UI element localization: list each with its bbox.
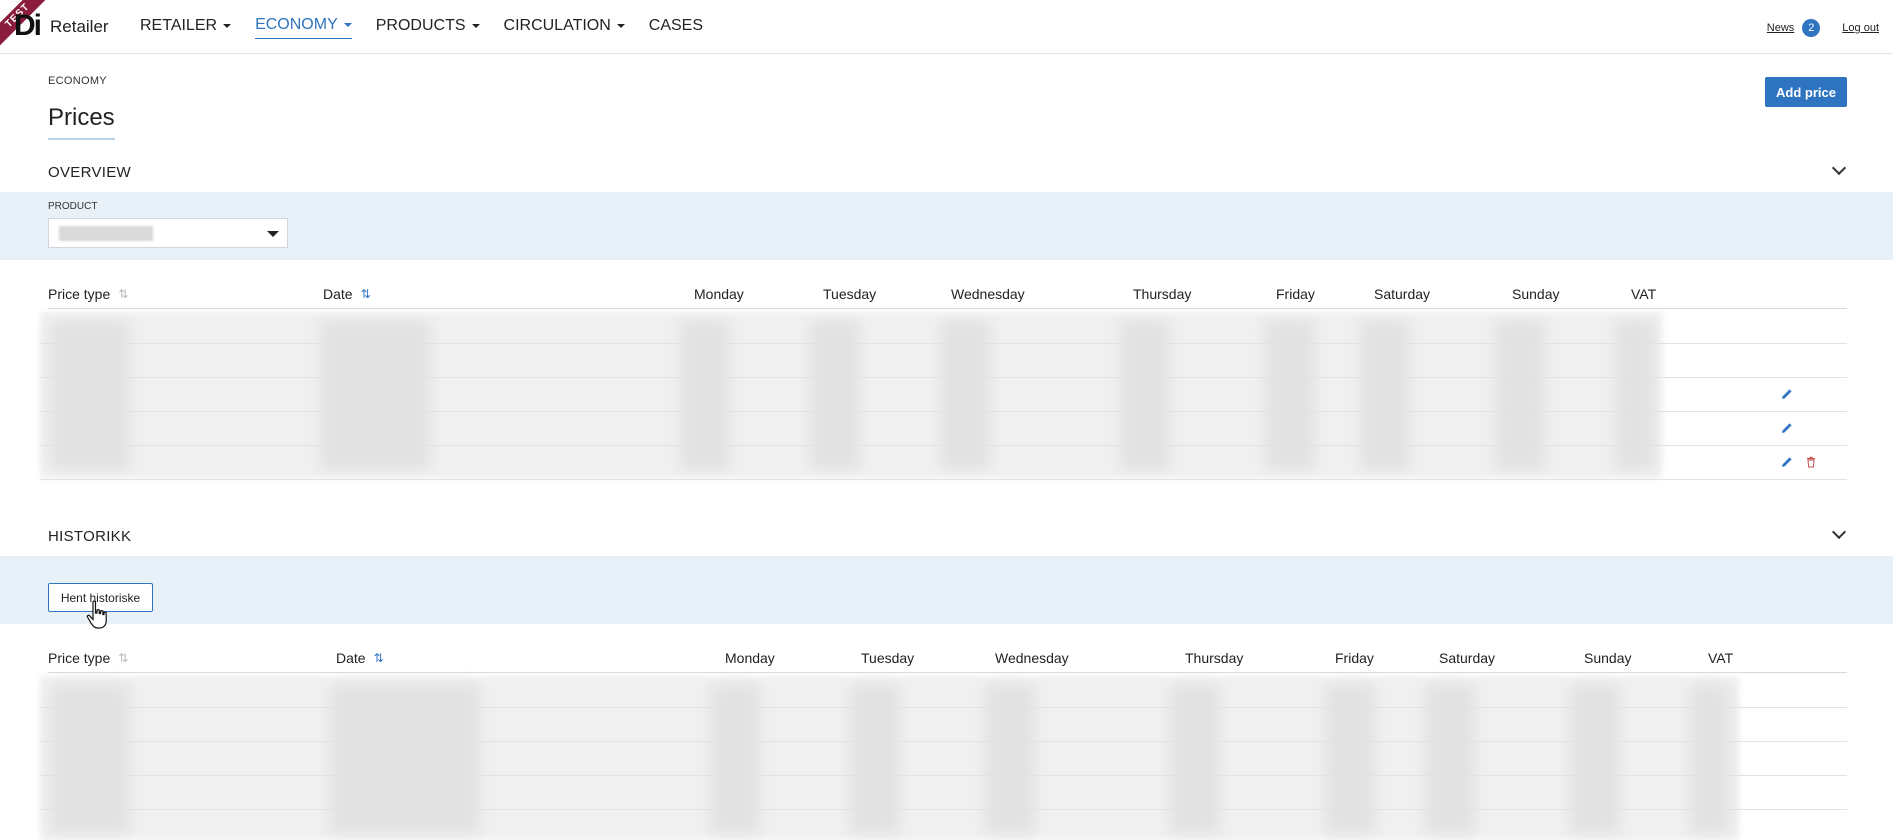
- dropdown-arrow-icon: [267, 231, 279, 237]
- table-row: [40, 708, 1847, 742]
- sort-icon[interactable]: ⇅: [118, 287, 128, 301]
- chevron-down-icon[interactable]: [1831, 524, 1847, 540]
- overview-table-header: Price type ⇅ Date ⇅ Monday Tuesday Wednesd…: [48, 277, 1847, 309]
- product-select-value: [59, 226, 153, 241]
- user-links: News 2 Log out: [1767, 19, 1879, 37]
- col-tuesday: Tuesday: [861, 650, 915, 666]
- nav-cases[interactable]: CASES: [649, 16, 703, 39]
- col-thursday: Thursday: [1185, 650, 1244, 666]
- product-label: PRODUCT: [48, 201, 98, 212]
- top-navigation-bar: TEST Di Retailer RETAILER ECONOMY PRODUC…: [0, 0, 1893, 54]
- sort-icon[interactable]: ⇅: [118, 651, 128, 665]
- col-price-type[interactable]: Price type ⇅: [48, 650, 128, 666]
- caret-down-icon: [223, 23, 232, 28]
- nav-economy[interactable]: ECONOMY: [255, 16, 352, 39]
- sort-asc-icon[interactable]: ⇅: [374, 651, 384, 665]
- col-monday: Monday: [725, 650, 775, 666]
- overview-heading: OVERVIEW: [48, 164, 131, 181]
- logout-link[interactable]: Log out: [1842, 22, 1879, 34]
- page-title: Prices: [48, 104, 115, 140]
- pencil-icon[interactable]: [1781, 422, 1793, 434]
- table-row: [40, 378, 1847, 412]
- nav-products[interactable]: PRODUCTS: [376, 16, 480, 39]
- col-friday: Friday: [1335, 650, 1374, 666]
- trash-icon[interactable]: [1805, 456, 1817, 468]
- table-row: [40, 446, 1847, 480]
- table-row: [40, 776, 1847, 810]
- table-row: [40, 310, 1847, 344]
- col-vat: VAT: [1708, 650, 1734, 666]
- sort-asc-icon[interactable]: ⇅: [361, 287, 371, 301]
- table-row: [40, 674, 1847, 708]
- col-wednesday: Wednesday: [951, 286, 1025, 302]
- main-nav: RETAILER ECONOMY PRODUCTS CIRCULATION CA…: [140, 16, 727, 39]
- news-count-badge: 2: [1802, 19, 1821, 37]
- app-name: Retailer: [50, 17, 109, 36]
- col-sunday: Sunday: [1584, 650, 1632, 666]
- chevron-down-icon[interactable]: [1831, 160, 1847, 176]
- col-monday: Monday: [694, 286, 744, 302]
- history-filter-band: [0, 556, 1893, 624]
- news-link[interactable]: News: [1767, 22, 1795, 34]
- col-vat: VAT: [1631, 286, 1657, 302]
- di-logo[interactable]: Di: [14, 8, 42, 44]
- pencil-icon[interactable]: [1781, 456, 1793, 468]
- history-heading: HISTORIKK: [48, 528, 132, 545]
- table-row: [40, 742, 1847, 776]
- history-table-body: [40, 674, 1847, 840]
- col-date[interactable]: Date ⇅: [336, 650, 384, 666]
- nav-retailer[interactable]: RETAILER: [140, 16, 232, 39]
- table-row: [40, 344, 1847, 378]
- col-wednesday: Wednesday: [995, 650, 1069, 666]
- product-select[interactable]: [48, 218, 288, 248]
- hand-cursor-icon: [86, 600, 107, 629]
- table-row: [40, 412, 1847, 446]
- pencil-icon[interactable]: [1781, 388, 1793, 400]
- col-saturday: Saturday: [1439, 650, 1496, 666]
- caret-down-icon: [343, 23, 352, 27]
- col-thursday: Thursday: [1133, 286, 1192, 302]
- overview-table-body: [40, 310, 1847, 480]
- history-table-header: Price type ⇅ Date ⇅ Monday Tuesday Wednesd…: [48, 641, 1847, 673]
- nav-circulation[interactable]: CIRCULATION: [504, 16, 625, 39]
- col-saturday: Saturday: [1374, 286, 1431, 302]
- caret-down-icon: [471, 23, 480, 28]
- caret-down-icon: [616, 23, 625, 28]
- col-sunday: Sunday: [1512, 286, 1560, 302]
- col-price-type[interactable]: Price type ⇅: [48, 286, 128, 302]
- col-friday: Friday: [1276, 286, 1315, 302]
- col-tuesday: Tuesday: [823, 286, 877, 302]
- add-price-button[interactable]: Add price: [1765, 77, 1847, 107]
- breadcrumb: ECONOMY: [48, 75, 107, 87]
- col-date[interactable]: Date ⇅: [323, 286, 371, 302]
